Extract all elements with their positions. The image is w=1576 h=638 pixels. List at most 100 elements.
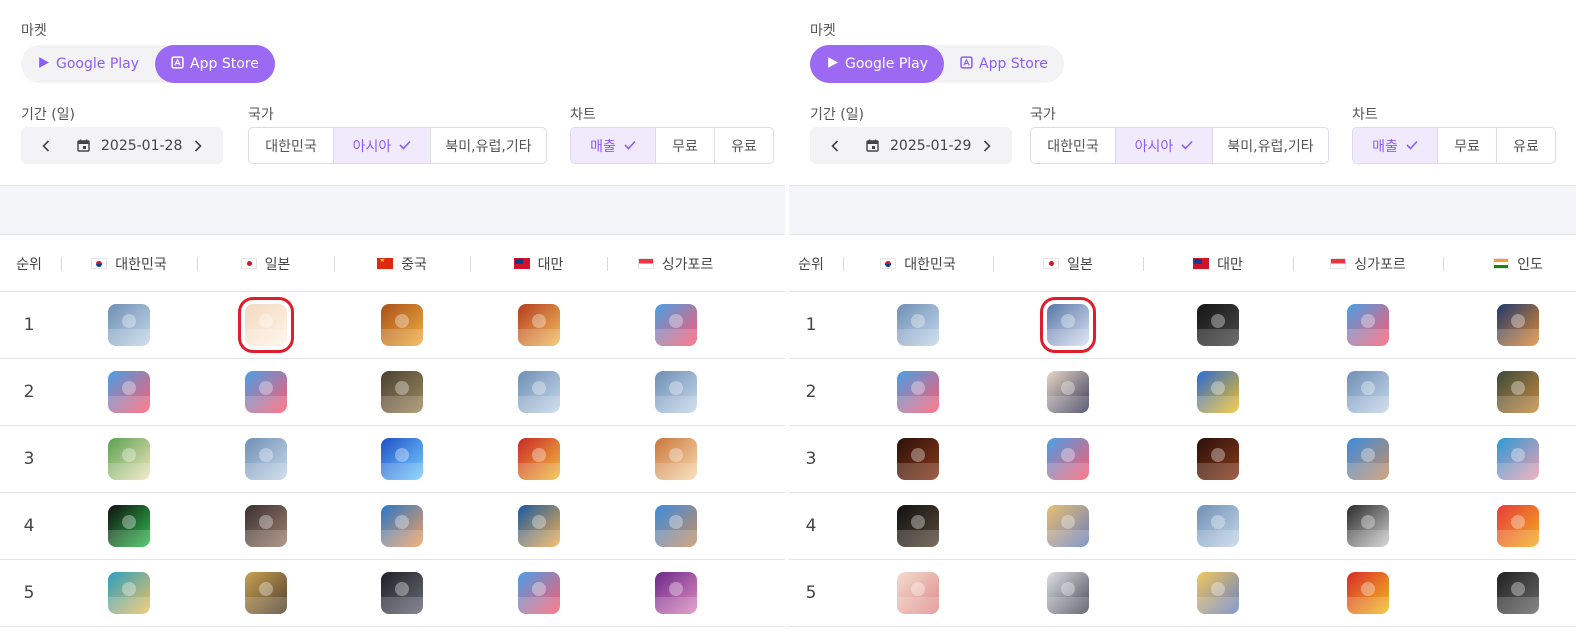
lineage-w-icon[interactable] <box>1197 304 1239 346</box>
free-fire-icon[interactable] <box>1497 304 1539 346</box>
fate-anime-icon[interactable] <box>1197 572 1239 614</box>
table-row: 4 <box>789 493 1576 560</box>
market-toggle: Google Play App Store <box>21 45 275 83</box>
app-cell <box>197 426 334 493</box>
app-cell <box>607 292 744 359</box>
app-cell <box>843 560 993 627</box>
snow-battle-game-icon[interactable] <box>1197 505 1239 547</box>
snow-battle-game-icon[interactable] <box>517 371 560 413</box>
app-cell <box>61 292 197 359</box>
chart-type-option[interactable]: 유료 <box>715 128 773 163</box>
chart-type-option[interactable]: 매출 <box>1353 128 1438 163</box>
app-cell <box>607 426 744 493</box>
snow-battle-game-icon[interactable] <box>897 304 939 346</box>
capybara-game-icon[interactable] <box>1347 438 1389 480</box>
chart-type-option-label: 무료 <box>672 138 698 155</box>
filter-separator-band <box>789 185 1576 235</box>
calendar-icon[interactable] <box>73 139 93 152</box>
candy-crush-icon[interactable] <box>1497 505 1539 547</box>
league-wildrift-icon[interactable] <box>517 505 560 547</box>
runner-x2-game-icon[interactable] <box>897 371 939 413</box>
next-date-button[interactable] <box>183 127 213 164</box>
app-cell <box>470 359 607 426</box>
jinx-character-icon[interactable] <box>108 572 150 614</box>
region-option-label: 북미,유럽,기타 <box>445 138 532 155</box>
soldier-game-icon[interactable] <box>244 572 287 614</box>
runner-x2-game-icon[interactable] <box>108 371 150 413</box>
date-value[interactable]: 2025-01-28 <box>101 138 183 154</box>
runner-x2-game-icon[interactable] <box>517 572 560 614</box>
pubg-mobile-icon[interactable] <box>1497 371 1539 413</box>
chart-type-option[interactable]: 매출 <box>571 128 656 163</box>
country-label: 국가 <box>1030 107 1056 123</box>
capybara-game-icon[interactable] <box>654 505 697 547</box>
warrior-game-icon[interactable] <box>517 304 560 346</box>
icon-detail <box>1361 515 1375 529</box>
region-option[interactable]: 대한민국 <box>1031 128 1116 163</box>
app-cell <box>61 426 197 493</box>
app-store-button[interactable]: App Store <box>155 45 275 83</box>
snow-battle-game-icon[interactable] <box>1347 371 1389 413</box>
runner-x2-game-icon[interactable] <box>1047 438 1089 480</box>
region-option[interactable]: 북미,유럽,기타 <box>431 128 546 163</box>
runner-x2-game-icon[interactable] <box>244 371 287 413</box>
date-value[interactable]: 2025-01-29 <box>890 138 972 154</box>
icon-detail <box>897 530 939 547</box>
country-column-header: 대한민국 <box>843 236 993 292</box>
woman-portrait-game-icon[interactable] <box>654 572 697 614</box>
region-option[interactable]: 북미,유럽,기타 <box>1213 128 1328 163</box>
previous-date-button[interactable] <box>820 127 850 164</box>
casino-slot-game-icon[interactable] <box>1197 371 1239 413</box>
pubg-mobile-icon[interactable] <box>381 371 423 413</box>
lineage-m-icon[interactable] <box>897 438 939 480</box>
honor-of-kings-icon[interactable] <box>381 304 423 346</box>
red-casino-game-icon[interactable] <box>517 438 560 480</box>
cat-character-game-icon[interactable] <box>654 438 697 480</box>
runner-x2-game-icon[interactable] <box>654 304 697 346</box>
chart-type-option-label: 유료 <box>731 138 757 155</box>
call-of-duty-icon[interactable] <box>1497 572 1539 614</box>
app-cell <box>843 359 993 426</box>
chart-type-option[interactable]: 유료 <box>1497 128 1555 163</box>
monopoly-go-icon[interactable] <box>1347 572 1389 614</box>
chart-type-option[interactable]: 무료 <box>1438 128 1497 163</box>
app-cell <box>1143 426 1293 493</box>
icon-detail <box>654 396 697 413</box>
konami-baseball-icon[interactable] <box>244 505 287 547</box>
anime-blonde-girl-game-icon[interactable] <box>237 297 294 353</box>
calendar-icon[interactable] <box>862 139 882 152</box>
pig-game-icon[interactable] <box>1497 438 1539 480</box>
runner-x2-game-icon[interactable] <box>1347 304 1389 346</box>
google-play-button[interactable]: Google Play <box>21 45 155 83</box>
silver-hair-anime-icon[interactable] <box>1040 297 1096 353</box>
lineage-m-icon[interactable] <box>1197 438 1239 480</box>
google-play-label: Google Play <box>56 56 140 72</box>
region-option[interactable]: 아시아 <box>334 128 431 163</box>
region-option[interactable]: 대한민국 <box>249 128 334 163</box>
region-option[interactable]: 아시아 <box>1116 128 1213 163</box>
previous-date-button[interactable] <box>31 127 61 164</box>
snow-battle-game-icon[interactable] <box>654 371 697 413</box>
ranking-table-header: 순위 대한민국 일본 대만 싱가포르 인도 <box>789 236 1576 292</box>
roblox-icon[interactable] <box>1347 505 1389 547</box>
next-date-button[interactable] <box>972 127 1002 164</box>
anime-girl-game-icon[interactable] <box>1047 371 1089 413</box>
blue-penguin-game-icon[interactable] <box>381 438 423 480</box>
league-wildrift-icon[interactable] <box>381 505 423 547</box>
crossfire-soldier-icon[interactable] <box>381 572 423 614</box>
icon-detail <box>1347 530 1389 547</box>
fate-anime-icon[interactable] <box>1047 505 1089 547</box>
snow-battle-game-icon[interactable] <box>108 304 150 346</box>
penguin-soccer-game-icon[interactable] <box>108 438 150 480</box>
table-row: 5 <box>0 560 785 627</box>
white-hair-anime-icon[interactable] <box>1047 572 1089 614</box>
google-play-button[interactable]: Google Play <box>810 45 945 83</box>
app-store-button[interactable]: App Store <box>944 45 1064 83</box>
fc-football-icon[interactable] <box>108 505 150 547</box>
chart-type-option[interactable]: 무료 <box>656 128 715 163</box>
rank-number: 1 <box>805 315 817 335</box>
odin-game-icon[interactable] <box>897 505 939 547</box>
snow-battle-game-icon[interactable] <box>244 438 287 480</box>
blonde-anime-girl-icon[interactable] <box>897 572 939 614</box>
app-cell <box>843 292 993 359</box>
